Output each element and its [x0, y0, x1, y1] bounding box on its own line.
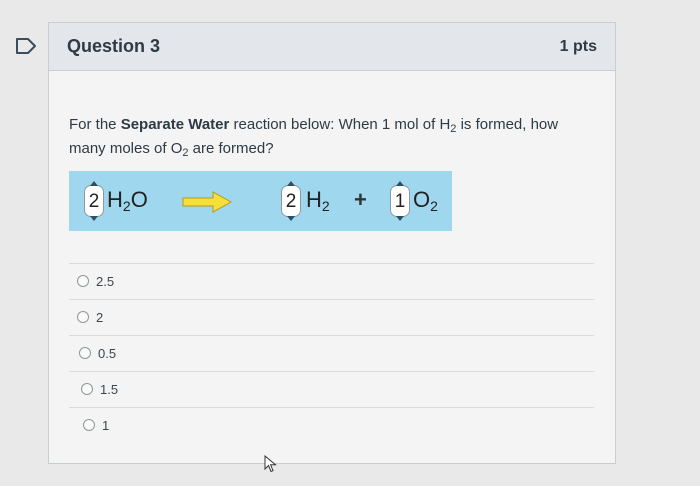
reactant-coefficient-stepper[interactable]: 2 — [84, 181, 104, 221]
question-text: For the Separate Water reaction below: W… — [69, 116, 559, 159]
answer-label[interactable]: 1 — [102, 418, 109, 433]
answer-option[interactable]: 2 — [69, 299, 594, 335]
question-title: Question 3 — [67, 36, 161, 56]
radio-button[interactable] — [77, 311, 89, 323]
product1-formula: H2 — [306, 187, 330, 214]
reaction-arrow-icon — [182, 191, 233, 213]
reactant-formula: H2O — [107, 187, 148, 214]
decrement-icon[interactable] — [90, 216, 98, 221]
plus-sign: + — [354, 187, 367, 212]
answer-label[interactable]: 1.5 — [100, 382, 118, 397]
answer-option[interactable]: 0.5 — [69, 335, 594, 371]
product1-coefficient: 2 — [285, 191, 297, 212]
reaction-name: Separate Water — [120, 116, 230, 133]
product2-formula: O2 — [413, 187, 438, 214]
flag-question-icon[interactable] — [14, 36, 38, 56]
product2-coefficient: 1 — [394, 191, 406, 212]
decrement-icon[interactable] — [287, 216, 295, 221]
answer-option[interactable]: 2.5 — [69, 263, 594, 299]
radio-button[interactable] — [81, 383, 93, 395]
answer-label[interactable]: 2 — [96, 310, 103, 325]
increment-icon[interactable] — [396, 181, 404, 186]
answer-option[interactable]: 1.5 — [69, 371, 594, 407]
answer-label[interactable]: 0.5 — [98, 346, 116, 361]
question-points: 1 pts — [559, 38, 597, 55]
question-card: Question 3 1 pts For the Separate Water … — [48, 22, 616, 464]
question-header: Question 3 1 pts — [49, 23, 615, 71]
decrement-icon[interactable] — [396, 216, 404, 221]
radio-button[interactable] — [83, 419, 95, 431]
increment-icon[interactable] — [287, 181, 295, 186]
product1-coefficient-stepper[interactable]: 2 — [281, 181, 301, 221]
answer-list: 2.5 2 0.5 1.5 1 — [69, 263, 594, 443]
radio-button[interactable] — [77, 275, 89, 287]
reactant-coefficient: 2 — [88, 191, 100, 212]
reaction-equation: 2 H2O 2 H2 + 1 O2 — [69, 171, 452, 231]
radio-button[interactable] — [79, 347, 91, 359]
answer-label[interactable]: 2.5 — [96, 274, 114, 289]
answer-option[interactable]: 1 — [69, 407, 594, 443]
product2-coefficient-stepper[interactable]: 1 — [390, 181, 410, 221]
increment-icon[interactable] — [90, 181, 98, 186]
mouse-cursor-icon — [264, 455, 277, 473]
